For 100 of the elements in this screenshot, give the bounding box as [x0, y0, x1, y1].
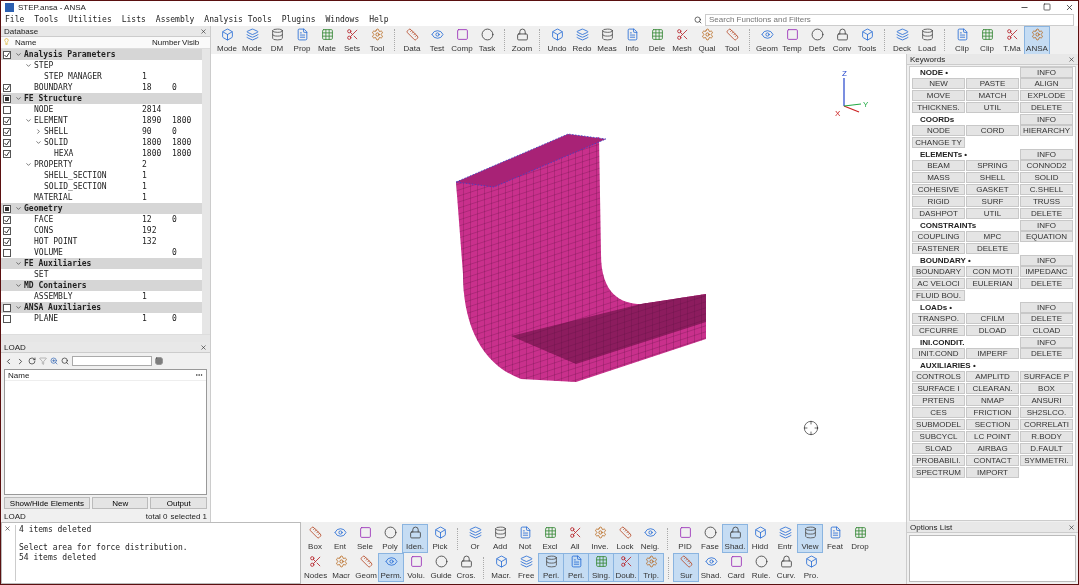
close-icon[interactable] [1068, 55, 1075, 63]
chevron-down-icon[interactable] [15, 95, 22, 102]
keyword-button[interactable]: THICKNES. [912, 102, 965, 113]
checkbox[interactable] [3, 303, 11, 312]
close-icon[interactable] [1068, 523, 1075, 531]
keyword-button[interactable]: SUBMODEL [912, 419, 965, 430]
toolbar-button[interactable]: Excl [538, 525, 562, 552]
keyword-button[interactable]: SECTION [966, 419, 1019, 430]
toolbar-button[interactable]: Drop [848, 525, 872, 552]
toolbar-button[interactable]: Geom [755, 26, 779, 54]
keyword-button[interactable]: DELETE [1020, 348, 1073, 359]
keyword-button[interactable]: SURF [966, 196, 1019, 207]
keyword-button[interactable]: CLOAD [1020, 325, 1073, 336]
keyword-button[interactable]: DELETE [1020, 278, 1073, 289]
toolbar-button[interactable]: T.Ma [1000, 26, 1024, 54]
toolbar-button[interactable]: Tool [720, 26, 744, 54]
toolbar-button[interactable]: Macr. [489, 554, 514, 581]
toolbar-button[interactable]: Sets [340, 26, 364, 54]
checkbox[interactable] [3, 226, 11, 235]
close-icon[interactable] [1065, 2, 1074, 12]
toolbar-button[interactable]: Temp [780, 26, 804, 54]
keyword-button[interactable]: MOVE [912, 90, 965, 101]
search-field[interactable]: Search Functions and Filters [705, 13, 1074, 26]
keyword-button[interactable]: SPECTRUM [912, 467, 965, 478]
toolbar-button[interactable]: Mate [315, 26, 339, 54]
scrollbar[interactable] [1, 334, 210, 342]
toolbar-button[interactable]: Volu. [404, 554, 429, 581]
keyword-button[interactable]: C.SHELL [1020, 184, 1073, 195]
keyword-button[interactable]: DELETE [1020, 102, 1073, 113]
checkbox[interactable] [3, 116, 11, 125]
checkbox[interactable] [3, 94, 11, 103]
keyword-button[interactable]: DASHPOT [912, 208, 965, 219]
toolbar-button[interactable]: Mode [240, 26, 264, 54]
keyword-button[interactable]: SHELL [966, 172, 1019, 183]
keyword-button[interactable]: ALIGN [1020, 78, 1073, 89]
toolbar-button[interactable]: Sur [674, 554, 699, 581]
keyword-button[interactable]: MPC [966, 231, 1019, 242]
chevron-down-icon[interactable] [15, 282, 22, 289]
toolbar-button[interactable]: Mode [215, 26, 239, 54]
keyword-button[interactable]: SYMMETRI. [1020, 455, 1073, 466]
toolbar-button[interactable]: Undo [545, 26, 569, 54]
toolbar-button[interactable]: Info [620, 26, 644, 54]
toolbar-button[interactable]: Sing. [589, 554, 614, 581]
keyword-button[interactable]: TRANSPO. [912, 313, 965, 324]
toolbar-button[interactable]: Doub. [614, 554, 639, 581]
toolbar-button[interactable]: Macr [329, 554, 354, 581]
keyword-button[interactable]: FLUID BOU. [912, 290, 965, 301]
toolbar-button[interactable]: Neig. [638, 525, 662, 552]
column-header[interactable]: Visib [182, 38, 200, 47]
keyword-button[interactable]: SOLID [1020, 172, 1073, 183]
keyword-button[interactable]: FRICTION [966, 407, 1019, 418]
menu-item[interactable]: File [5, 15, 25, 24]
close-icon[interactable] [4, 525, 11, 532]
menu-item[interactable]: Tools [34, 15, 59, 24]
menu-item[interactable]: Analysis Tools [204, 15, 272, 24]
keyword-button[interactable]: RIGID [912, 196, 965, 207]
group-header-row[interactable]: FE Structure [1, 93, 202, 104]
keyword-button[interactable]: GASKET [966, 184, 1019, 195]
back-icon[interactable] [4, 356, 13, 366]
keyword-button[interactable]: AIRBAG [966, 443, 1019, 454]
search-field[interactable] [72, 356, 152, 366]
menu-item[interactable]: Lists [121, 15, 146, 24]
forward-icon[interactable] [16, 356, 25, 366]
keyword-button[interactable]: CLEARAN. [966, 383, 1019, 394]
toolbar-button[interactable]: Clip [975, 26, 999, 54]
toolbar-button[interactable]: Pro. [799, 554, 824, 581]
menu-item[interactable]: Assembly [155, 15, 195, 24]
toolbar-button[interactable]: Not [513, 525, 537, 552]
keyword-button[interactable]: CONTACT [966, 455, 1019, 466]
checkbox[interactable] [3, 105, 11, 114]
keyword-button[interactable]: R.BODY [1020, 431, 1073, 442]
refresh-icon[interactable] [28, 357, 36, 365]
toolbar-button[interactable]: ANSA [1025, 26, 1049, 54]
show-hide-button[interactable]: Show/Hide Elements [4, 497, 90, 509]
toolbar-button[interactable]: DM [265, 26, 289, 54]
toolbar-button[interactable]: PID [673, 525, 697, 552]
toolbar-button[interactable]: Defs [805, 26, 829, 54]
toolbar-button[interactable]: Shad. [699, 554, 724, 581]
keyword-button[interactable]: EULERIAN [966, 278, 1019, 289]
toolbar-button[interactable]: Geom [354, 554, 379, 581]
menu-item[interactable]: Help [369, 15, 389, 24]
close-icon[interactable] [200, 343, 207, 351]
keyword-button[interactable]: PROBABILI. [912, 455, 965, 466]
keyword-button[interactable]: HIERARCHY [1020, 125, 1073, 136]
toolbar-button[interactable]: Redo [570, 26, 594, 54]
column-header[interactable]: Number [152, 38, 181, 47]
chevron-down-icon[interactable] [35, 139, 42, 146]
group-header-row[interactable]: Geometry [1, 203, 202, 214]
keyword-button[interactable]: UTIL [966, 208, 1019, 219]
group-header-row[interactable]: MD Containers [1, 280, 202, 291]
menu-item[interactable]: Utilities [68, 15, 112, 24]
keyword-button[interactable]: CORRELATI [1020, 419, 1073, 430]
info-button[interactable]: INFO [1020, 114, 1073, 125]
keyword-button[interactable]: AMPLITD [966, 371, 1019, 382]
chevron-down-icon[interactable] [15, 260, 22, 267]
toolbar-button[interactable]: All [563, 525, 587, 552]
toolbar-button[interactable]: Test [425, 26, 449, 54]
toolbar-button[interactable]: Fase [698, 525, 722, 552]
group-header-row[interactable]: FE Auxiliaries [1, 258, 202, 269]
checkbox[interactable] [3, 127, 11, 136]
